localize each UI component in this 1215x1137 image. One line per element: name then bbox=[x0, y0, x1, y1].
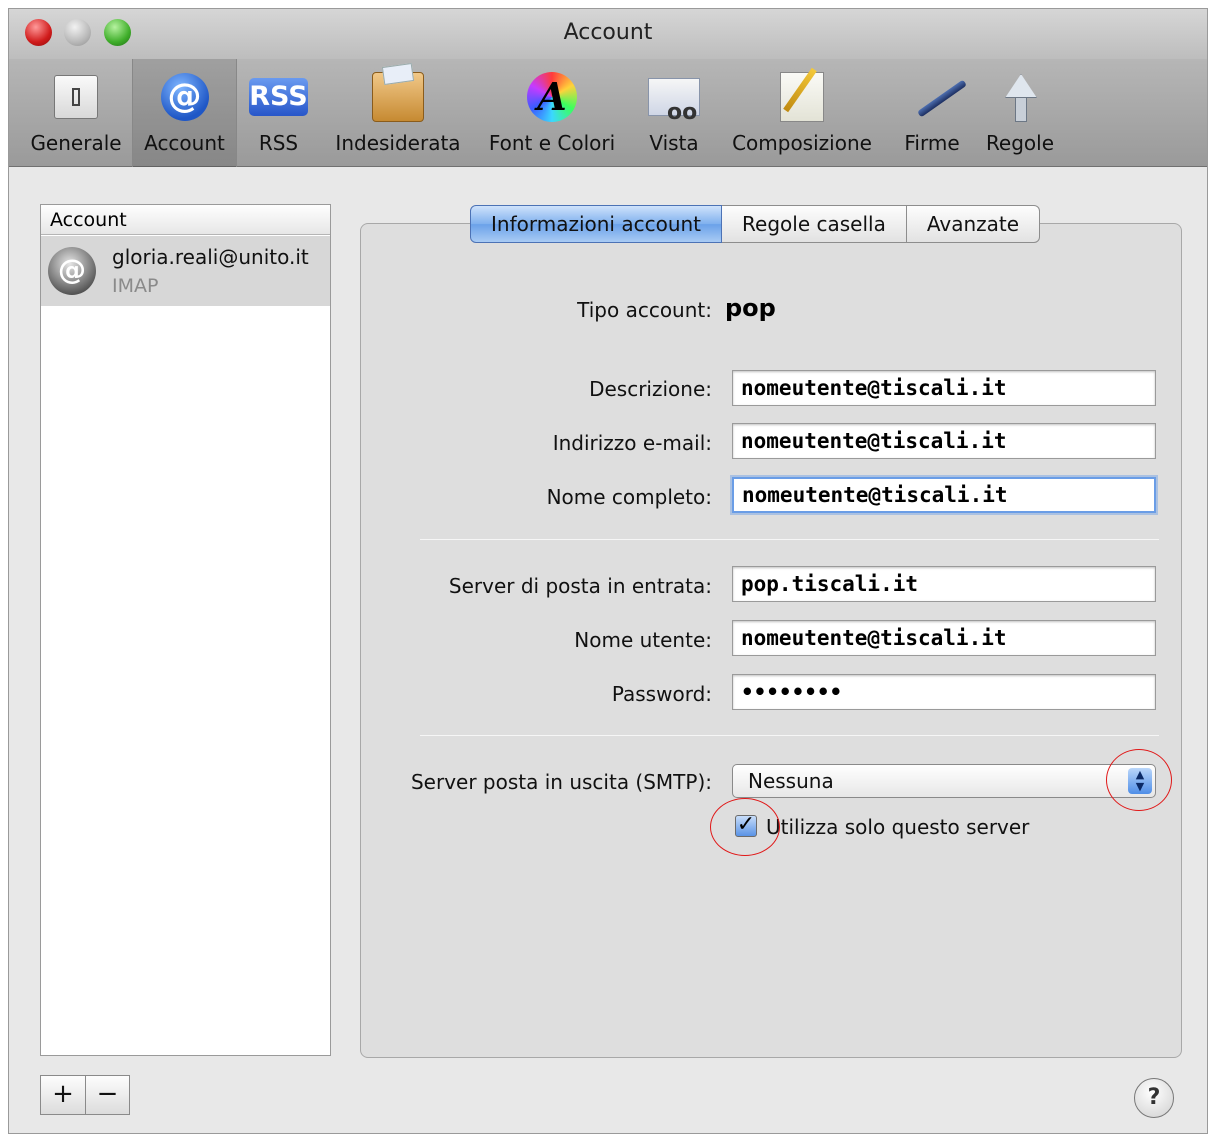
account-tabs: Informazioni account Regole casella Avan… bbox=[470, 205, 1041, 243]
toolbar-item-indesiderata[interactable]: Indesiderata bbox=[327, 59, 469, 167]
account-email: gloria.reali@unito.it bbox=[112, 245, 309, 269]
account-type: IMAP bbox=[112, 275, 159, 297]
tab-informazioni-account[interactable]: Informazioni account bbox=[470, 205, 723, 243]
preferences-toolbar: Generale @ Account RSS RSS Indesiderata … bbox=[9, 59, 1207, 167]
account-list-item[interactable]: @ gloria.reali@unito.it IMAP bbox=[41, 236, 330, 306]
add-account-button[interactable]: + bbox=[41, 1076, 85, 1114]
annotation-circle bbox=[710, 798, 780, 856]
toolbar-label: Composizione bbox=[732, 131, 872, 155]
toolbar-label: Regole bbox=[985, 131, 1055, 155]
descrizione-field[interactable]: nomeutente@tiscali.it bbox=[732, 370, 1156, 406]
tipo-account-label: Tipo account: bbox=[577, 298, 712, 322]
toolbar-label: RSS bbox=[258, 131, 299, 155]
toolbar-item-account[interactable]: @ Account bbox=[132, 59, 237, 167]
toolbar-item-font-e-colori[interactable]: A Font e Colori bbox=[477, 59, 627, 167]
toolbar-item-composizione[interactable]: Composizione bbox=[721, 59, 883, 167]
toolbar-label: Generale bbox=[30, 131, 122, 155]
only-this-server-label: Utilizza solo questo server bbox=[766, 815, 1030, 839]
tipo-account-value: pop bbox=[725, 294, 776, 322]
remove-account-button[interactable]: − bbox=[84, 1076, 129, 1114]
font-colors-icon: A bbox=[526, 71, 578, 123]
nome-completo-field[interactable]: nomeutente@tiscali.it bbox=[732, 477, 1156, 513]
toolbar-item-rss[interactable]: RSS RSS bbox=[241, 59, 316, 167]
at-sign-icon: @ bbox=[159, 71, 211, 123]
separator bbox=[420, 735, 1159, 736]
help-button[interactable]: ? bbox=[1134, 1078, 1174, 1118]
rules-arrows-icon bbox=[994, 71, 1046, 123]
window-title: Account bbox=[563, 20, 653, 45]
toolbar-item-firme[interactable]: Firme bbox=[892, 59, 972, 167]
switch-icon bbox=[50, 71, 102, 123]
password-label: Password: bbox=[611, 682, 712, 706]
nome-completo-label: Nome completo: bbox=[546, 485, 712, 509]
preferences-window: Account Generale @ Account RSS RSS Indes… bbox=[8, 8, 1208, 1134]
server-entrata-label: Server di posta in entrata: bbox=[448, 574, 712, 598]
nome-utente-label: Nome utente: bbox=[574, 628, 712, 652]
toolbar-label: Firme bbox=[904, 131, 960, 155]
viewing-glasses-icon bbox=[648, 71, 700, 125]
server-entrata-field[interactable]: pop.tiscali.it bbox=[732, 566, 1156, 602]
smtp-server-popup[interactable]: Nessuna ▲ ▼ bbox=[732, 764, 1156, 798]
password-field[interactable]: •••••••• bbox=[732, 674, 1156, 710]
title-bar: Account bbox=[9, 9, 1207, 59]
separator bbox=[420, 539, 1159, 540]
toolbar-label: Font e Colori bbox=[488, 131, 616, 155]
preferences-content: Account @ gloria.reali@unito.it IMAP + −… bbox=[9, 168, 1207, 1133]
toolbar-item-vista[interactable]: Vista bbox=[633, 59, 715, 167]
annotation-circle bbox=[1106, 749, 1172, 811]
tab-regole-casella[interactable]: Regole casella bbox=[722, 205, 907, 243]
toolbar-label: Vista bbox=[649, 131, 699, 155]
signature-pen-icon bbox=[906, 71, 958, 123]
toolbar-item-generale[interactable]: Generale bbox=[21, 59, 131, 167]
nome-utente-field[interactable]: nomeutente@tiscali.it bbox=[732, 620, 1156, 656]
junk-mail-icon bbox=[372, 71, 424, 123]
tab-avanzate[interactable]: Avanzate bbox=[906, 205, 1041, 243]
toolbar-label: Indesiderata bbox=[335, 131, 461, 155]
smtp-server-value: Nessuna bbox=[748, 769, 834, 793]
account-avatar-icon: @ bbox=[48, 247, 96, 295]
account-list-buttons: + − bbox=[40, 1075, 130, 1115]
compose-pencil-icon bbox=[776, 71, 828, 123]
descrizione-label: Descrizione: bbox=[589, 377, 712, 401]
account-list: Account @ gloria.reali@unito.it IMAP bbox=[40, 204, 331, 1056]
toolbar-item-regole[interactable]: Regole bbox=[976, 59, 1064, 167]
rss-icon: RSS bbox=[249, 71, 308, 123]
account-list-header: Account bbox=[41, 205, 330, 235]
email-field[interactable]: nomeutente@tiscali.it bbox=[732, 423, 1156, 459]
email-label: Indirizzo e-mail: bbox=[552, 431, 712, 455]
smtp-label: Server posta in uscita (SMTP): bbox=[410, 770, 712, 794]
toolbar-label: Account bbox=[144, 131, 225, 155]
